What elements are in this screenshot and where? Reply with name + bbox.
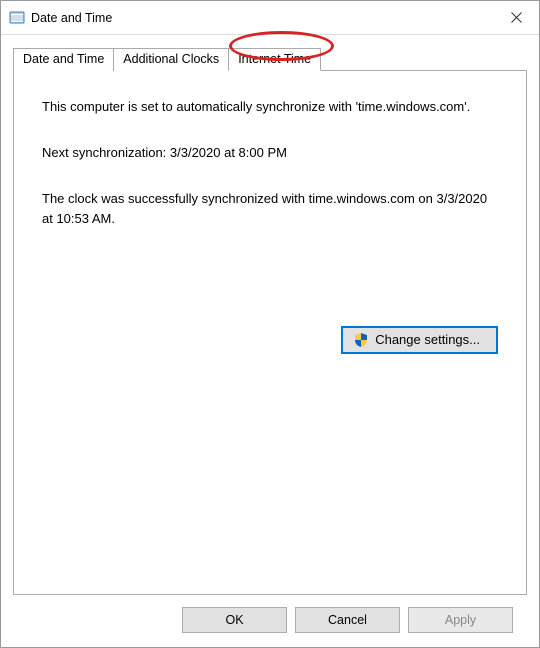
tab-label: Additional Clocks <box>123 52 219 66</box>
tab-content: This computer is set to automatically sy… <box>13 70 527 595</box>
date-time-dialog: Date and Time Date and Time Additional C… <box>0 0 540 648</box>
window-title: Date and Time <box>31 11 112 25</box>
window-icon <box>9 10 25 26</box>
titlebar: Date and Time <box>1 1 539 35</box>
change-settings-button[interactable]: Change settings... <box>341 326 498 354</box>
last-sync-text: The clock was successfully synchronized … <box>42 189 498 229</box>
change-settings-row: Change settings... <box>42 326 498 354</box>
tab-additional-clocks[interactable]: Additional Clocks <box>113 48 229 71</box>
close-button[interactable] <box>493 1 539 34</box>
tab-bar: Date and Time Additional Clocks Internet… <box>13 48 527 71</box>
dialog-footer: OK Cancel Apply <box>13 595 527 647</box>
change-settings-label: Change settings... <box>375 332 480 347</box>
tab-label: Date and Time <box>23 52 104 66</box>
sync-info-text: This computer is set to automatically sy… <box>42 97 498 117</box>
ok-button[interactable]: OK <box>182 607 287 633</box>
tab-internet-time[interactable]: Internet Time <box>228 48 321 71</box>
shield-icon <box>353 332 369 348</box>
next-sync-text: Next synchronization: 3/3/2020 at 8:00 P… <box>42 143 498 163</box>
tab-label: Internet Time <box>238 52 311 66</box>
tab-date-and-time[interactable]: Date and Time <box>13 48 114 71</box>
apply-button[interactable]: Apply <box>408 607 513 633</box>
cancel-button[interactable]: Cancel <box>295 607 400 633</box>
dialog-body: Date and Time Additional Clocks Internet… <box>1 35 539 647</box>
